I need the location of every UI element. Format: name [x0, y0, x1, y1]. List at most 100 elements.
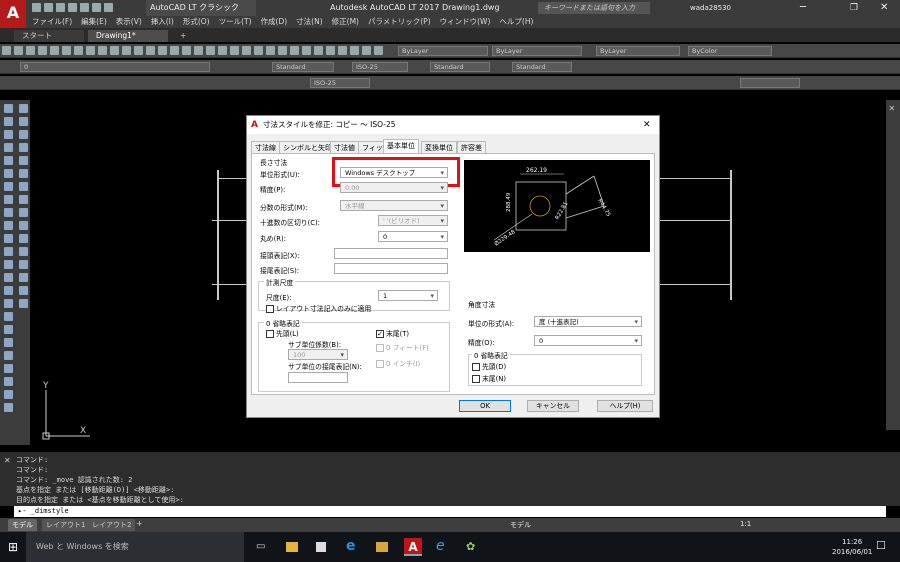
sub-unit-suffix-input[interactable] [288, 372, 348, 383]
command-input[interactable]: ▸- _dimstyle [14, 506, 886, 517]
tool-icon[interactable] [326, 46, 335, 55]
tool-icon[interactable] [158, 46, 167, 55]
model-space-button[interactable]: モデル [510, 520, 531, 530]
tool-icon[interactable] [18, 169, 28, 178]
menu-modify[interactable]: 修正(M) [332, 16, 359, 28]
tool-icon[interactable] [3, 273, 13, 282]
tool-icon[interactable] [230, 46, 239, 55]
decimal-separator-select[interactable]: ' '(ピリオド) [378, 215, 448, 226]
new-tab-plus-icon[interactable]: + [172, 30, 186, 42]
workspace-selector[interactable]: AutoCAD LT クラシック [146, 0, 256, 16]
application-menu-button[interactable]: A [0, 0, 26, 28]
tool-icon[interactable] [218, 46, 227, 55]
windows-start-icon[interactable]: ⊞ [8, 540, 18, 554]
lineweight-dropdown[interactable]: ByLayer [596, 46, 680, 56]
tool-icon[interactable] [18, 286, 28, 295]
tool-icon[interactable] [3, 234, 13, 243]
angular-leading-checkbox[interactable]: 先頭(D) [472, 361, 506, 371]
tablestyle-dropdown[interactable]: Standard [430, 62, 490, 72]
layer-dropdown[interactable]: 0 [20, 62, 210, 72]
zero-feet-checkbox[interactable]: 0 フィート(F) [376, 342, 429, 352]
menu-dimension[interactable]: 寸法(N) [296, 16, 322, 28]
tool-icon[interactable] [3, 260, 13, 269]
tool-icon[interactable] [170, 46, 179, 55]
tool-icon[interactable] [18, 260, 28, 269]
close-icon[interactable]: ✕ [889, 104, 898, 113]
tool-icon[interactable] [38, 46, 47, 55]
add-layout-plus-icon[interactable]: + [136, 519, 143, 528]
tool-icon[interactable] [18, 130, 28, 139]
menu-insert[interactable]: 挿入(I) [151, 16, 174, 28]
menu-parametric[interactable]: パラメトリック(P) [368, 16, 431, 28]
taskbar-search[interactable]: Web と Windows を検索 [26, 532, 244, 562]
zero-inches-checkbox[interactable]: 0 インチ(I) [376, 358, 420, 368]
prefix-input[interactable] [334, 248, 448, 259]
tool-icon[interactable] [18, 221, 28, 230]
app-icon[interactable]: ✿ [466, 540, 475, 553]
tool-icon[interactable] [3, 351, 13, 360]
tab-model[interactable]: モデル [8, 519, 37, 531]
task-view-icon[interactable]: ▭ [256, 541, 265, 552]
tool-icon[interactable] [314, 46, 323, 55]
sub-unit-factor-spinner[interactable]: 100 [288, 349, 348, 360]
edge-icon[interactable]: e [346, 538, 356, 554]
tool-icon[interactable] [18, 117, 28, 126]
menu-view[interactable]: 表示(V) [116, 16, 142, 28]
tool-icon[interactable] [3, 247, 13, 256]
empty-dropdown[interactable] [740, 78, 800, 88]
help-button[interactable]: ヘルプ(H) [597, 400, 653, 412]
tool-icon[interactable] [110, 46, 119, 55]
angular-trailing-checkbox[interactable]: 末尾(N) [472, 373, 506, 383]
tool-icon[interactable] [278, 46, 287, 55]
tool-icon[interactable] [206, 46, 215, 55]
file-explorer-icon[interactable] [286, 542, 298, 552]
menu-draw[interactable]: 作成(D) [261, 16, 288, 28]
search-input[interactable]: キーワードまたは語句を入力 [538, 2, 650, 14]
tool-icon[interactable] [3, 377, 13, 386]
tab-lines[interactable]: 寸法線 [251, 141, 280, 153]
scale-factor-spinner[interactable]: 1 [378, 290, 438, 301]
tool-icon[interactable] [3, 221, 13, 230]
tool-icon[interactable] [3, 286, 13, 295]
linetype-dropdown[interactable]: ByLayer [492, 46, 582, 56]
tab-layout1[interactable]: レイアウト1 [42, 519, 90, 531]
tool-icon[interactable] [290, 46, 299, 55]
circle-icon[interactable] [3, 182, 13, 191]
color-dropdown[interactable]: ByLayer [398, 46, 488, 56]
tool-icon[interactable] [3, 195, 13, 204]
tab-layout2[interactable]: レイアウト2 [88, 519, 136, 531]
store-icon[interactable] [316, 542, 326, 552]
tool-icon[interactable] [3, 208, 13, 217]
tab-drawing1[interactable]: Drawing1* [88, 30, 168, 42]
leading-zero-checkbox[interactable]: 先頭(L) [266, 328, 299, 338]
textstyle-dropdown[interactable]: Standard [272, 62, 334, 72]
tab-alternate-units[interactable]: 変換単位 [421, 141, 457, 153]
cancel-button[interactable]: キャンセル [527, 400, 579, 412]
saveas-icon[interactable] [68, 3, 77, 12]
tool-icon[interactable] [50, 46, 59, 55]
tool-icon[interactable] [3, 338, 13, 347]
new-icon[interactable] [32, 3, 41, 12]
ie-icon[interactable]: e [436, 538, 445, 554]
tool-icon[interactable] [3, 299, 13, 308]
tool-icon[interactable] [254, 46, 263, 55]
angular-precision-select[interactable]: 0 [534, 335, 642, 346]
clock-date[interactable]: 2016/06/01 [832, 548, 872, 556]
tab-text[interactable]: 寸法値 [330, 141, 359, 153]
tool-icon[interactable] [3, 130, 13, 139]
tool-icon[interactable] [18, 208, 28, 217]
tool-icon[interactable] [62, 46, 71, 55]
tool-icon[interactable] [18, 104, 28, 113]
minimize-icon[interactable]: ─ [800, 0, 806, 16]
menu-file[interactable]: ファイル(F) [32, 16, 72, 28]
tool-icon[interactable] [350, 46, 359, 55]
ok-button[interactable]: OK [459, 400, 511, 412]
notification-icon[interactable]: ☐ [876, 539, 886, 552]
tool-icon[interactable] [18, 299, 28, 308]
print-icon[interactable] [80, 3, 89, 12]
tool-icon[interactable] [146, 46, 155, 55]
redo-icon[interactable] [104, 3, 113, 12]
tab-symbols-arrows[interactable]: シンボルと矢印 [279, 141, 336, 153]
tool-icon[interactable] [26, 46, 35, 55]
tool-icon[interactable] [122, 46, 131, 55]
